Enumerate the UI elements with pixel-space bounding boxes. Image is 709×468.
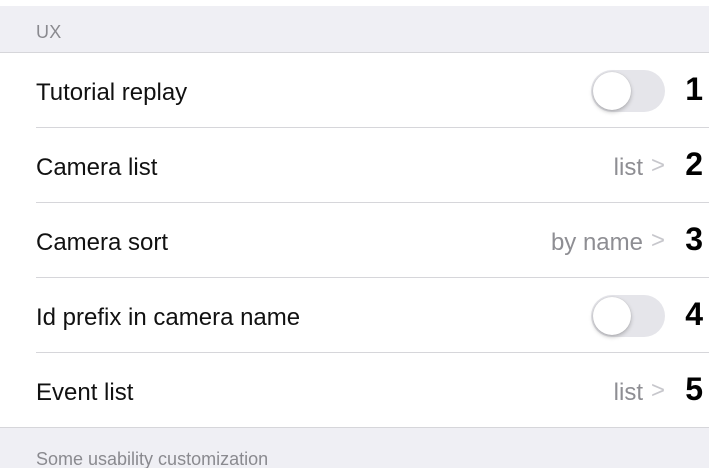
callout-number: 2 [685, 146, 703, 182]
row-label: Camera sort [36, 229, 169, 256]
row-camera-sort[interactable]: Camera sort by name > 3 [0, 203, 709, 278]
callout-number: 1 [685, 71, 703, 107]
chevron-right-icon: > [650, 377, 665, 404]
row-value: by name [550, 229, 643, 256]
callout-number: 4 [685, 296, 703, 332]
section-header-label: UX [36, 22, 62, 42]
tutorial-replay-toggle[interactable] [591, 70, 665, 112]
row-camera-list[interactable]: Camera list list > 2 [0, 128, 709, 203]
section-footer: Some usability customization [0, 428, 709, 468]
id-prefix-toggle[interactable] [591, 295, 665, 337]
chevron-right-icon: > [650, 152, 665, 179]
row-label: Camera list [36, 154, 158, 181]
callout-number: 3 [685, 221, 703, 257]
row-label: Event list [36, 379, 134, 406]
row-label: Tutorial replay [36, 79, 188, 106]
toggle-knob [593, 72, 631, 110]
toggle-knob [593, 297, 631, 335]
row-value: list [613, 154, 643, 181]
settings-list: Tutorial replay 1 Camera list list > 2 C… [0, 52, 709, 428]
chevron-right-icon: > [650, 227, 665, 254]
row-label: Id prefix in camera name [36, 304, 301, 331]
row-event-list[interactable]: Event list list > 5 [0, 353, 709, 428]
row-tutorial-replay[interactable]: Tutorial replay 1 [0, 53, 709, 128]
callout-number: 5 [685, 371, 703, 407]
row-value: list [613, 379, 643, 406]
section-footer-label: Some usability customization [36, 449, 269, 468]
row-id-prefix[interactable]: Id prefix in camera name 4 [0, 278, 709, 353]
section-header: UX [0, 6, 709, 52]
